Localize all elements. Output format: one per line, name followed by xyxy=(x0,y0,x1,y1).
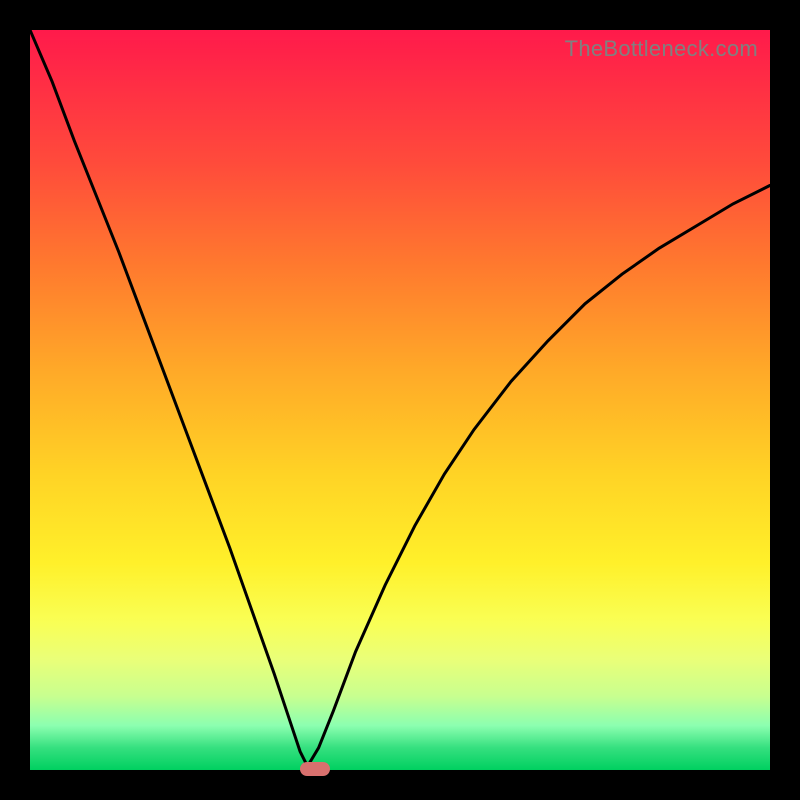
bottleneck-curve xyxy=(30,30,770,770)
curve-right-branch xyxy=(308,185,771,766)
curve-left-branch xyxy=(30,30,308,766)
plot-area: TheBottleneck.com xyxy=(30,30,770,770)
chart-frame: TheBottleneck.com xyxy=(0,0,800,800)
min-marker xyxy=(300,762,330,776)
